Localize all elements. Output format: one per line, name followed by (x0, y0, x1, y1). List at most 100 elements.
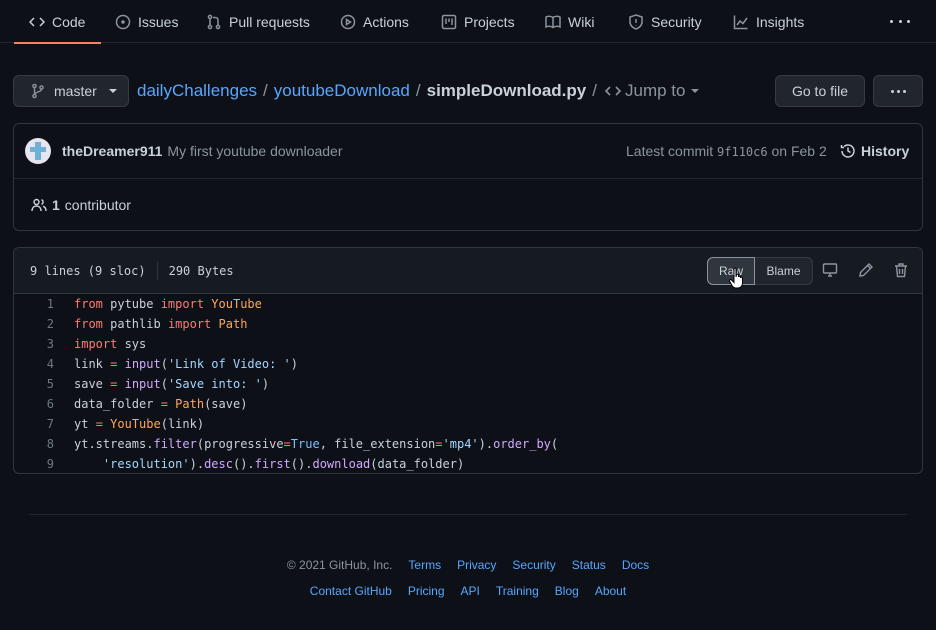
branch-icon (32, 83, 44, 99)
breadcrumb-separator: / (592, 81, 597, 100)
code-line: 4 link = input('Link of Video: ') (46, 357, 299, 371)
jump-to-button[interactable]: Jump to (604, 81, 700, 101)
footer-row-secondary: Contact GitHub Pricing API Training Blog… (0, 584, 936, 598)
breadcrumb-separator: / (263, 81, 268, 100)
tab-projects[interactable]: Projects (441, 0, 515, 43)
code-line: 6 data_folder = Path(save) (46, 397, 248, 411)
dot (902, 89, 906, 93)
dot (890, 89, 894, 93)
footer-link-about[interactable]: About (595, 584, 626, 598)
tab-issues[interactable]: Issues (115, 0, 178, 43)
code-line: 2 from pathlib import Path (46, 317, 248, 331)
history-button[interactable]: History (840, 143, 909, 159)
file-size: 290 Bytes (168, 263, 234, 278)
tab-security[interactable]: Security (628, 0, 702, 43)
chevron-down-icon (691, 89, 700, 93)
file-more-options-button[interactable] (873, 75, 923, 107)
footer-link-training[interactable]: Training (496, 584, 539, 598)
file-header: 9 lines (9 sloc) 290 Bytes Raw Blame (14, 248, 922, 294)
tab-wiki[interactable]: Wiki (545, 0, 594, 43)
breadcrumb-file-name: simpleDownload.py (426, 81, 587, 100)
tab-label: Pull requests (229, 13, 310, 30)
footer-link-security[interactable]: Security (512, 558, 555, 572)
commit-message-link[interactable]: My first youtube downloader (167, 143, 342, 159)
tab-actions[interactable]: Actions (340, 0, 409, 43)
tab-label: Actions (363, 13, 409, 30)
tab-label: Security (651, 13, 702, 30)
branch-select-button[interactable]: master (13, 75, 129, 107)
breadcrumb-separator: / (415, 81, 421, 100)
raw-blame-group: Raw Blame (707, 257, 813, 285)
latest-commit-box: theDreamer911 My first youtube downloade… (13, 123, 923, 231)
tab-label: Issues (138, 13, 179, 30)
commit-sha-link[interactable]: 9f110c6 (717, 145, 768, 159)
pull-request-icon (207, 14, 221, 29)
breadcrumb: dailyChallenges / youtubeDownload / simp… (137, 81, 700, 101)
code-listing: 1 from pytube import YouTube 2 from pathli… (14, 294, 922, 473)
code-line: 8 yt.streams.filter(progressive=True, fil… (46, 437, 559, 451)
blame-button[interactable]: Blame (755, 257, 813, 285)
footer-link-docs[interactable]: Docs (622, 558, 649, 572)
breadcrumb-folder-link[interactable]: youtubeDownload (274, 81, 410, 101)
copyright: © 2021 GitHub, Inc. (286, 558, 393, 572)
history-icon (840, 144, 855, 158)
contributors-link[interactable]: 1 contributor (14, 179, 922, 231)
divider (156, 261, 158, 280)
book-icon (545, 15, 561, 28)
tab-label: Projects (464, 13, 515, 30)
dot (890, 19, 893, 23)
more-tabs-button[interactable] (886, 12, 914, 30)
commit-date: on Feb 2 (771, 143, 827, 159)
shield-icon (629, 13, 643, 30)
jump-to-label: Jump to (624, 81, 686, 100)
repo-tab-nav: Code Issues Pull requests Actions Projec… (0, 0, 936, 44)
footer-link-pricing[interactable]: Pricing (408, 584, 445, 598)
breadcrumb-repo-link[interactable]: dailyChallenges (137, 81, 257, 101)
history-label: History (861, 143, 910, 159)
code-icon (29, 16, 45, 27)
line-count: 9 lines (9 sloc) (30, 263, 146, 278)
file-info: 9 lines (9 sloc) 290 Bytes (30, 261, 234, 280)
go-to-file-button[interactable]: Go to file (775, 75, 865, 107)
play-icon (340, 14, 356, 29)
tab-pull-requests[interactable]: Pull requests (206, 0, 310, 43)
dot (907, 19, 910, 23)
raw-button[interactable]: Raw (707, 257, 755, 285)
dot (896, 89, 900, 93)
code-line: 3 import sys (46, 337, 147, 351)
footer-link-privacy[interactable]: Privacy (457, 558, 496, 572)
footer-link-blog[interactable]: Blog (555, 584, 579, 598)
desktop-icon[interactable] (822, 262, 840, 280)
footer-row-primary: © 2021 GitHub, Inc. Terms Privacy Securi… (0, 558, 936, 572)
code-line: 9 'resolution').desc().first().download(… (46, 457, 465, 471)
tab-insights[interactable]: Insights (733, 0, 804, 43)
footer-link-status[interactable]: Status (572, 558, 606, 572)
trash-icon[interactable] (893, 262, 911, 280)
tab-label: Code (52, 13, 86, 30)
commit-header: theDreamer911 My first youtube downloade… (14, 124, 922, 179)
graph-icon (733, 15, 748, 29)
branch-name: master (54, 83, 97, 99)
dot (898, 19, 902, 23)
code-line: 5 save = input('Save into: ') (46, 377, 270, 391)
chevron-down-icon (108, 89, 117, 93)
author-avatar[interactable] (25, 138, 51, 164)
pencil-icon[interactable] (858, 262, 876, 280)
footer-link-terms[interactable]: Terms (408, 558, 441, 572)
code-line: 1 from pytube import YouTube (46, 297, 262, 311)
latest-commit-label: Latest commit (626, 143, 714, 159)
commit-meta: Latest commit 9f110c6 on Feb 2 (626, 143, 827, 159)
people-icon (31, 198, 47, 212)
contributor-count: 1 (52, 197, 60, 213)
tab-label: Insights (756, 13, 805, 30)
tab-label: Wiki (568, 13, 595, 30)
footer-divider (29, 514, 907, 515)
footer-link-contact[interactable]: Contact GitHub (310, 584, 392, 598)
file-viewer: 9 lines (9 sloc) 290 Bytes Raw Blame 1 fr… (13, 247, 923, 474)
project-icon (441, 14, 457, 29)
footer-link-api[interactable]: API (461, 584, 480, 598)
commit-author-link[interactable]: theDreamer911 (62, 143, 162, 159)
tab-code[interactable]: Code (13, 0, 103, 44)
code-icon (604, 86, 621, 96)
issue-icon (115, 14, 131, 29)
